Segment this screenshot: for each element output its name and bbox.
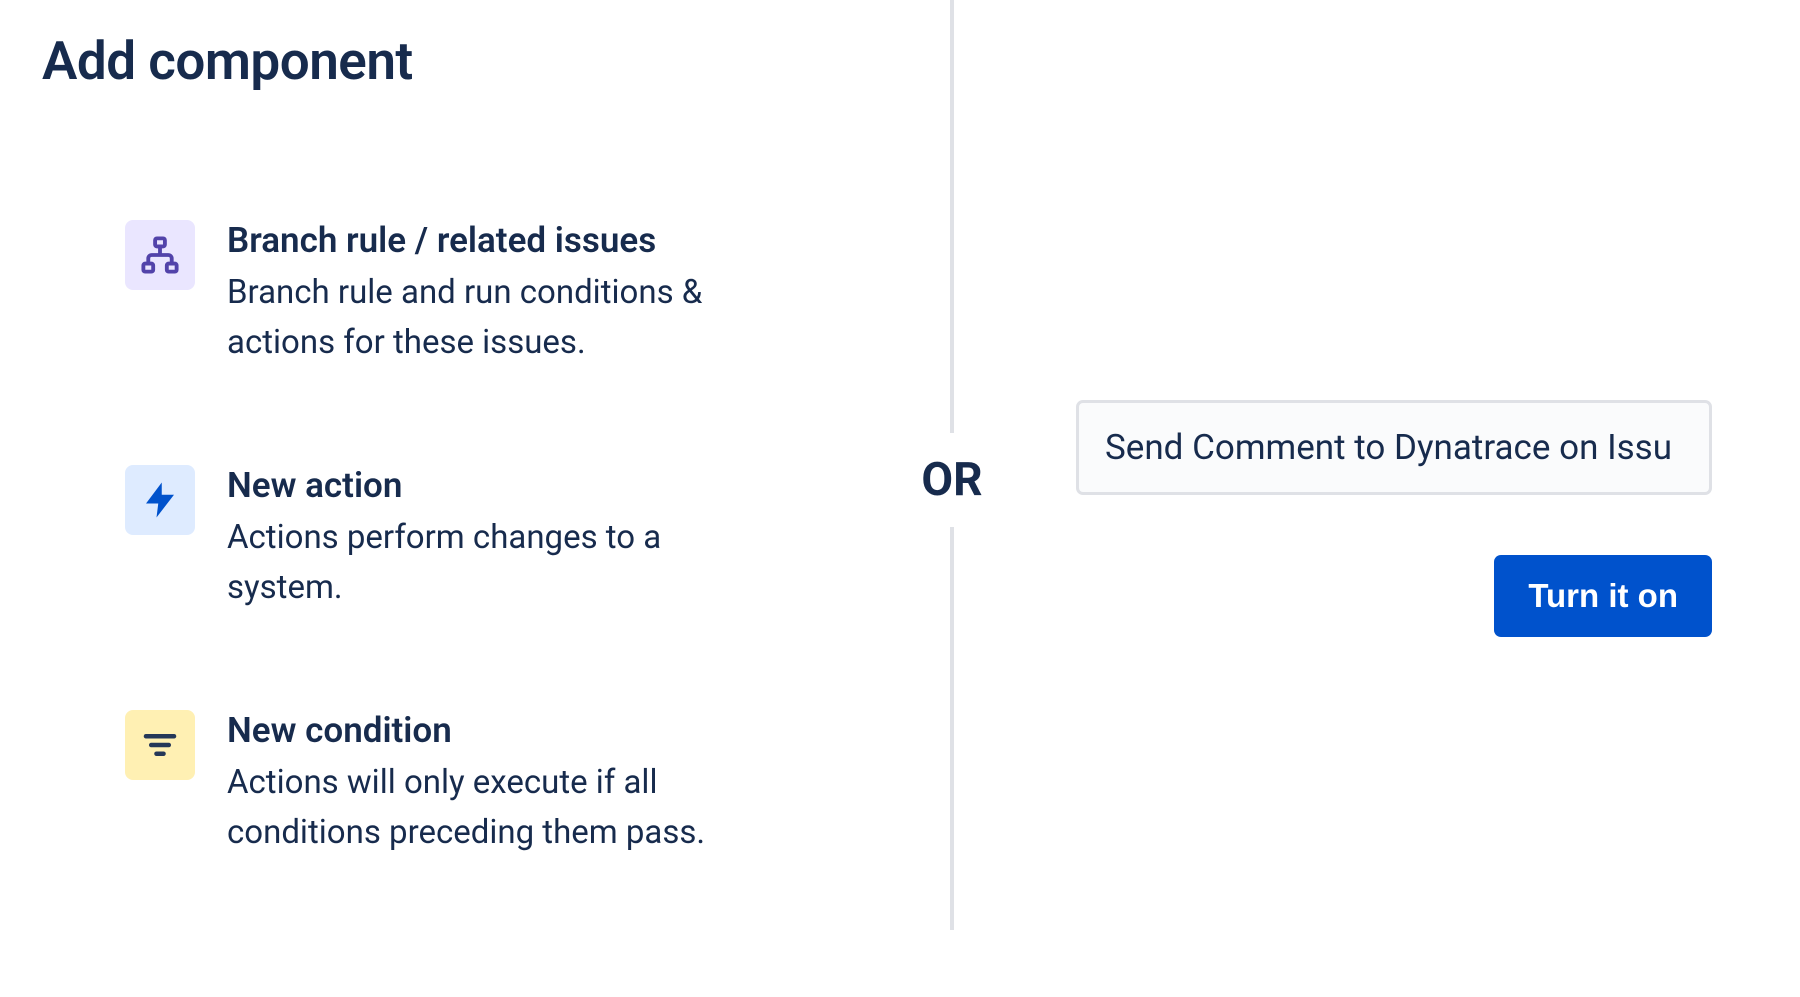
button-row: Turn it on [1076,555,1712,637]
component-option-branch-rule[interactable]: Branch rule / related issues Branch rule… [125,220,765,367]
component-option-text: New condition Actions will only execute … [227,710,757,857]
or-separator-label: OR [913,433,990,527]
component-option-description: Actions perform changes to a system. [227,513,757,612]
component-option-title: New condition [227,710,757,752]
lightning-icon [125,465,195,535]
component-option-title: Branch rule / related issues [227,220,757,262]
component-option-text: New action Actions perform changes to a … [227,465,757,612]
turn-it-on-button[interactable]: Turn it on [1494,555,1712,637]
component-option-title: New action [227,465,757,507]
component-type-list: Branch rule / related issues Branch rule… [125,220,765,857]
right-panel: Turn it on [1076,400,1712,637]
filter-icon [125,710,195,780]
component-option-new-action[interactable]: New action Actions perform changes to a … [125,465,765,612]
component-option-text: Branch rule / related issues Branch rule… [227,220,757,367]
branch-rule-icon [125,220,195,290]
component-option-description: Branch rule and run conditions & actions… [227,268,757,367]
rule-name-input[interactable] [1076,400,1712,495]
component-option-description: Actions will only execute if all conditi… [227,758,757,857]
page-title: Add component [42,30,413,92]
component-option-new-condition[interactable]: New condition Actions will only execute … [125,710,765,857]
